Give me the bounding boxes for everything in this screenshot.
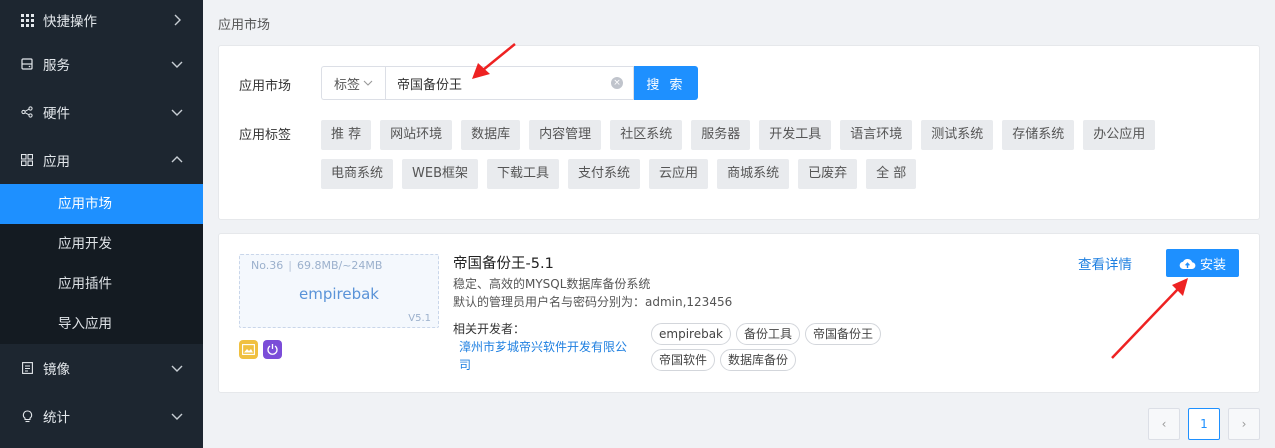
share-icon <box>20 105 34 119</box>
tag-web-env[interactable]: 网站环境 <box>380 120 453 150</box>
app-version: V5.1 <box>408 313 431 324</box>
app-tag-list: empirebak 备份工具 帝国备份王 帝国软件 数据库备份 <box>651 323 891 375</box>
chevron-down-icon <box>171 362 183 374</box>
search-label: 应用市场 <box>239 79 292 94</box>
tag-community[interactable]: 社区系统 <box>610 120 683 150</box>
developer-label: 相关开发者： <box>453 322 526 336</box>
pagination-prev-button[interactable]: ‹ <box>1148 408 1180 440</box>
tag-office[interactable]: 办公应用 <box>1083 120 1156 150</box>
sidebar-group-services[interactable]: 服务 <box>0 40 203 88</box>
tag-payment[interactable]: 支付系统 <box>568 159 641 189</box>
sidebar-submenu-apps: 应用市场 应用开发 应用插件 导入应用 <box>0 184 203 344</box>
pagination-page-1[interactable]: 1 <box>1188 408 1220 440</box>
app-tag[interactable]: 数据库备份 <box>720 349 797 371</box>
chevron-down-icon <box>171 58 183 70</box>
sidebar-group-label: 快捷操作 <box>43 14 97 30</box>
clear-icon[interactable]: × <box>611 77 623 89</box>
tag-recommend[interactable]: 推 荐 <box>321 120 372 150</box>
sidebar-group-quick-actions[interactable]: 快捷操作 <box>0 0 203 40</box>
sidebar-group-label: 统计 <box>43 410 70 426</box>
tag-deprecated[interactable]: 已废弃 <box>798 159 858 189</box>
search-type-select[interactable]: 标签 <box>321 66 385 100</box>
sidebar-group-statistics[interactable]: 统计 <box>0 392 203 440</box>
app-number: No.36 <box>251 259 284 272</box>
tag-cloud-app[interactable]: 云应用 <box>649 159 709 189</box>
tag-cms[interactable]: 内容管理 <box>529 120 602 150</box>
search-button[interactable]: 搜 索 <box>634 66 698 100</box>
chevron-up-icon <box>171 154 183 166</box>
sidebar-group-images[interactable]: 镜像 <box>0 344 203 392</box>
sidebar-item-import-app[interactable]: 导入应用 <box>0 304 203 344</box>
apps-icon <box>20 153 34 167</box>
app-thumb-name: empirebak <box>299 285 379 303</box>
sidebar-group-label: 应用 <box>43 154 70 170</box>
tag-web-framework[interactable]: WEB框架 <box>402 159 479 189</box>
tag-database[interactable]: 数据库 <box>461 120 521 150</box>
power-icon <box>263 340 282 359</box>
install-button[interactable]: 安装 <box>1166 249 1239 277</box>
chevron-right-icon <box>171 14 183 26</box>
server-icon <box>20 57 34 71</box>
app-tag[interactable]: empirebak <box>651 323 731 345</box>
app-card: No.36 | 69.8MB/~24MB empirebak V5.1 帝国备份王-… <box>218 233 1260 393</box>
tag-dev-tools[interactable]: 开发工具 <box>759 120 832 150</box>
sidebar-group-apps[interactable]: 应用 <box>0 136 203 184</box>
sidebar-group-hardware[interactable]: 硬件 <box>0 88 203 136</box>
app-description: 稳定、高效的MYSQL数据库备份系统 <box>453 277 651 291</box>
view-details-link[interactable]: 查看详情 <box>1078 253 1132 273</box>
developer-link[interactable]: 漳州市芗城帝兴软件开发有限公司 <box>459 338 631 374</box>
chevron-down-icon <box>171 410 183 422</box>
tag-test-system[interactable]: 测试系统 <box>921 120 994 150</box>
tags-label: 应用标签 <box>239 128 292 143</box>
tag-mall[interactable]: 商城系统 <box>717 159 790 189</box>
app-tag[interactable]: 帝国备份王 <box>805 323 882 345</box>
tag-all[interactable]: 全 部 <box>866 159 917 189</box>
chevron-down-icon <box>171 106 183 118</box>
app-tag[interactable]: 备份工具 <box>736 323 801 345</box>
chevron-down-icon <box>363 78 373 89</box>
breadcrumb: 应用市场 <box>218 18 271 33</box>
app-tag[interactable]: 帝国软件 <box>651 349 716 371</box>
sidebar: 快捷操作 服务 硬件 应用 应用市场 应用开发 应用插件 导入应用 镜像 统计 <box>0 0 203 448</box>
main-content: 应用市场 应用市场 标签 × 搜 索 应用标签 推 荐 网站环境 数据库 内容管… <box>203 0 1275 448</box>
search-panel: 应用市场 标签 × 搜 索 应用标签 推 荐 网站环境 数据库 内容管理 社区系… <box>218 45 1260 220</box>
sidebar-item-app-dev[interactable]: 应用开发 <box>0 224 203 264</box>
sidebar-item-app-market[interactable]: 应用市场 <box>0 184 203 224</box>
tag-storage[interactable]: 存储系统 <box>1002 120 1075 150</box>
search-type-value: 标签 <box>333 77 360 93</box>
app-size: 69.8MB/~24MB <box>296 259 383 272</box>
sidebar-item-app-plugins[interactable]: 应用插件 <box>0 264 203 304</box>
tag-language-env[interactable]: 语言环境 <box>840 120 913 150</box>
pagination-next-button[interactable]: › <box>1228 408 1260 440</box>
tag-list: 推 荐 网站环境 数据库 内容管理 社区系统 服务器 开发工具 语言环境 测试系… <box>321 120 1221 198</box>
grid-icon <box>20 13 34 27</box>
tag-ecommerce[interactable]: 电商系统 <box>321 159 394 189</box>
cloud-upload-icon <box>1179 258 1196 269</box>
tag-download-tools[interactable]: 下载工具 <box>487 159 560 189</box>
sidebar-group-label: 服务 <box>43 58 70 74</box>
sidebar-group-label: 镜像 <box>43 362 70 378</box>
app-title: 帝国备份王-5.1 <box>453 256 554 272</box>
search-group: 标签 × 搜 索 <box>321 66 698 100</box>
sidebar-group-label: 硬件 <box>43 106 70 122</box>
install-label: 安装 <box>1199 257 1226 273</box>
bulb-icon <box>20 409 34 423</box>
tag-server[interactable]: 服务器 <box>691 120 751 150</box>
search-input-wrap: × <box>385 66 634 100</box>
app-thumbnail[interactable]: No.36 | 69.8MB/~24MB empirebak V5.1 <box>239 254 439 328</box>
app-credentials: 默认的管理员用户名与密码分别为：admin,123456 <box>453 295 733 309</box>
app-meta: No.36 | 69.8MB/~24MB <box>251 259 383 272</box>
search-input[interactable] <box>386 67 633 99</box>
document-icon <box>20 361 34 375</box>
image-icon <box>239 340 258 359</box>
